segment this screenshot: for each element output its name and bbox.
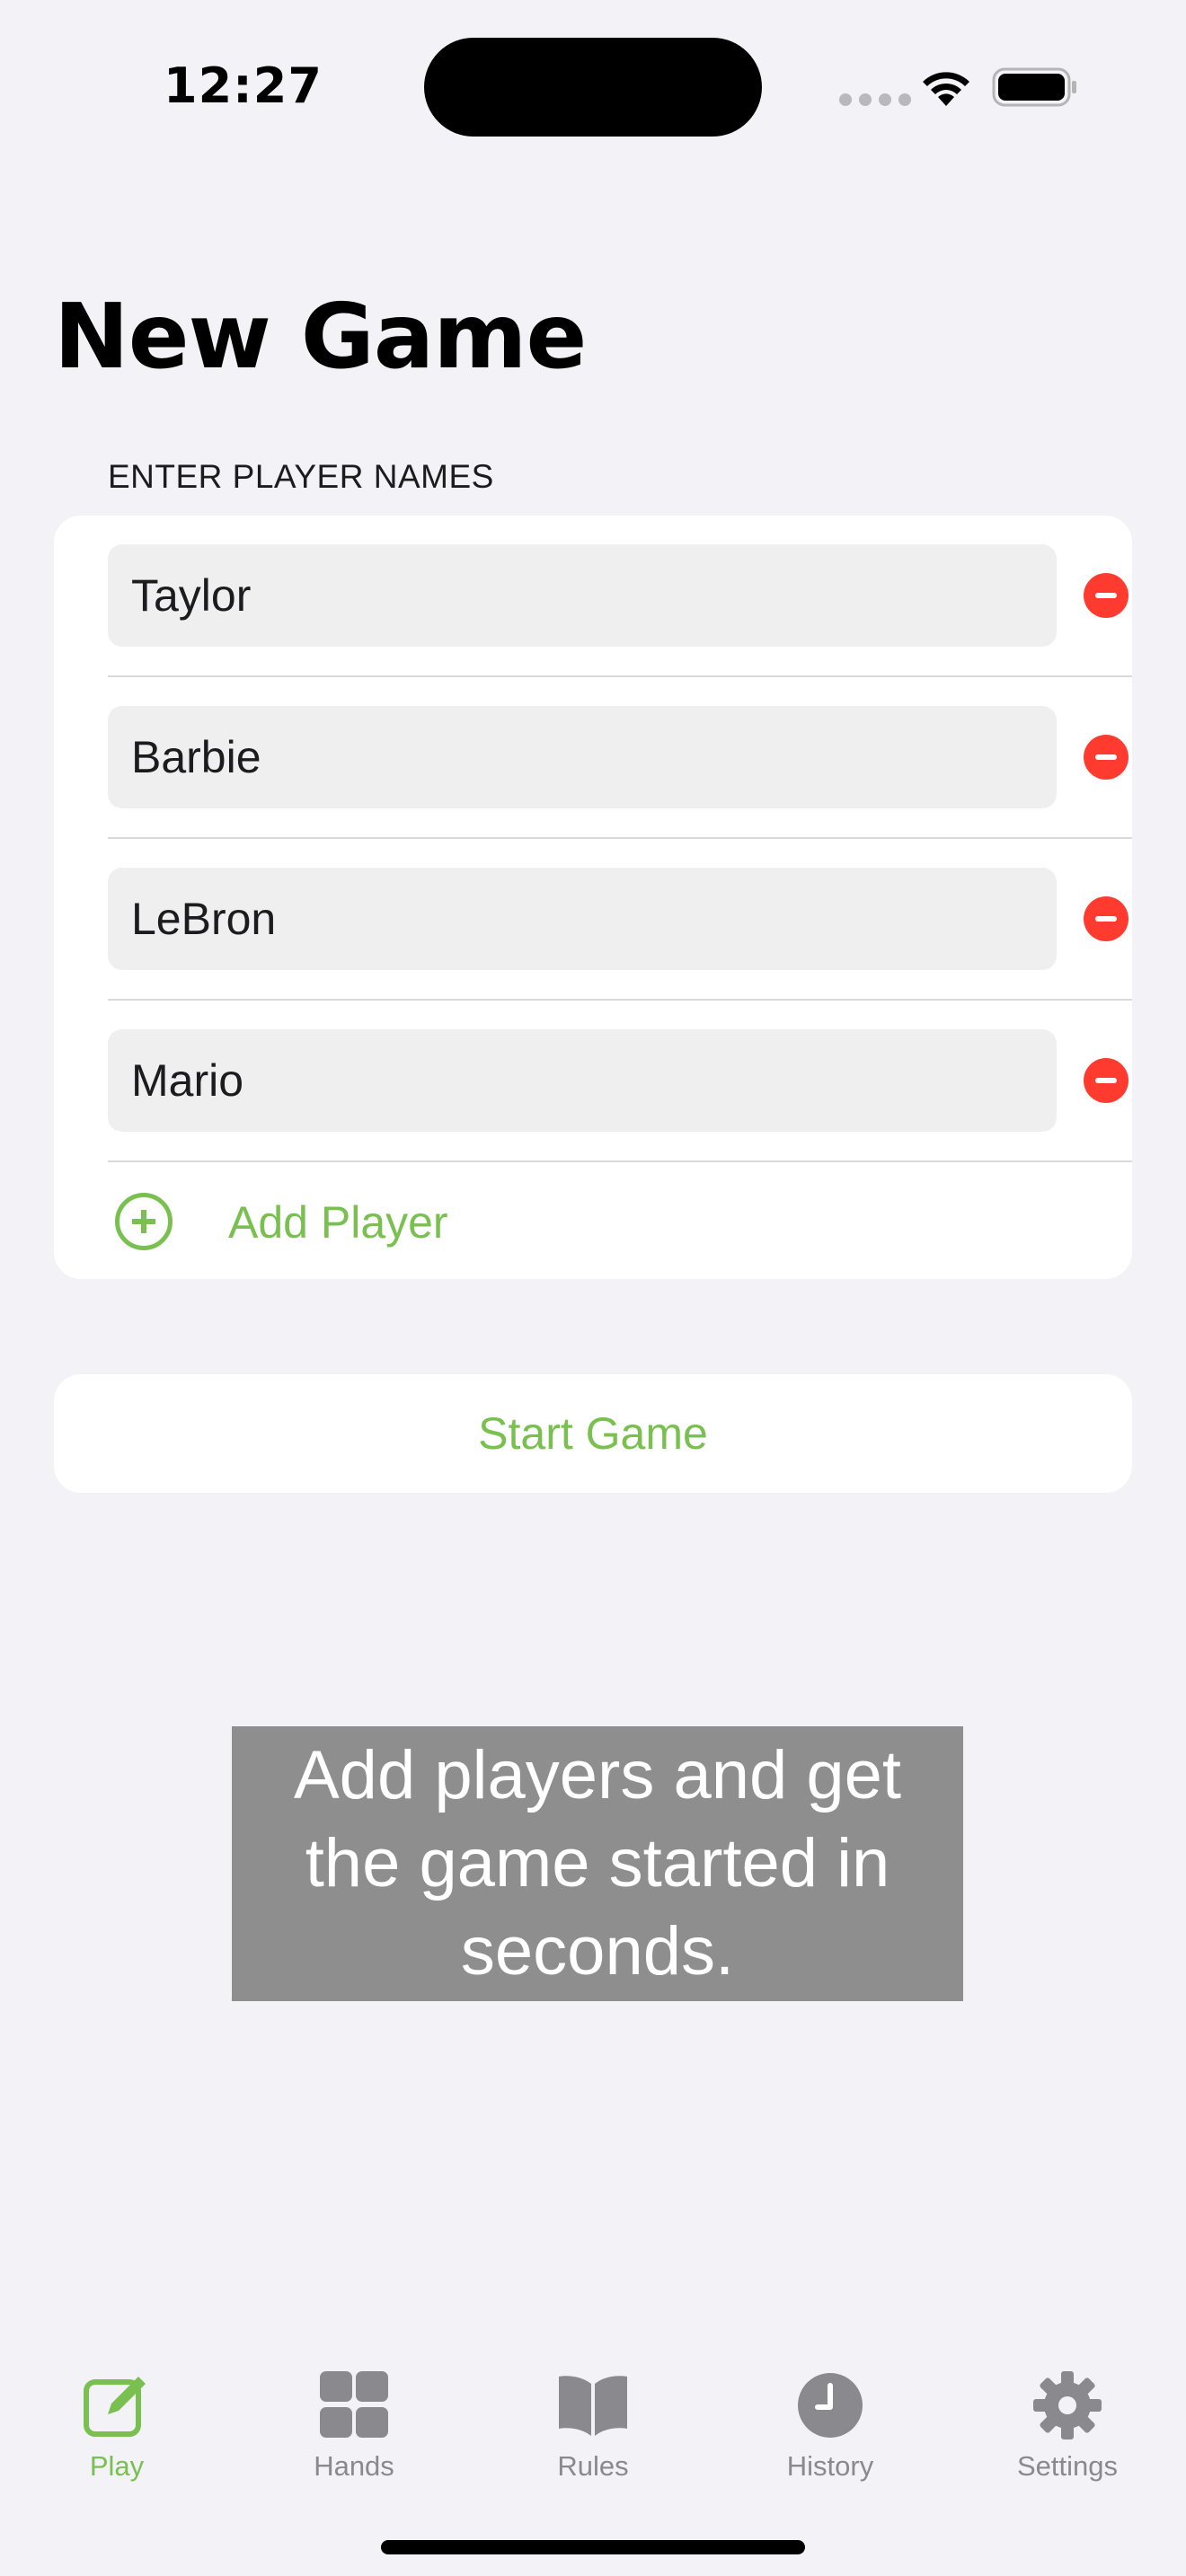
tab-label: Play xyxy=(89,2450,145,2482)
home-indicator[interactable] xyxy=(381,2540,805,2554)
remove-player-button[interactable] xyxy=(1084,735,1128,780)
tab-play[interactable]: Play xyxy=(27,2353,207,2488)
player-row: Taylor xyxy=(54,516,1132,677)
tab-settings[interactable]: Settings xyxy=(978,2353,1157,2488)
add-player-label: Add Player xyxy=(228,1197,448,1248)
page-title: New Game xyxy=(54,284,587,389)
dynamic-island xyxy=(424,38,762,137)
remove-player-button[interactable] xyxy=(1084,1058,1128,1103)
remove-player-button[interactable] xyxy=(1084,573,1128,618)
player-row: Barbie xyxy=(54,677,1132,839)
section-header: ENTER PLAYER NAMES xyxy=(108,458,494,495)
player-name-field[interactable]: LeBron xyxy=(108,868,1057,970)
tab-label: History xyxy=(786,2450,874,2482)
tab-hands[interactable]: Hands xyxy=(264,2353,444,2488)
tab-label: Rules xyxy=(557,2450,629,2482)
tab-history[interactable]: History xyxy=(740,2353,920,2488)
wifi-icon xyxy=(923,72,969,106)
tab-label: Hands xyxy=(314,2450,394,2482)
player-name-field[interactable]: Barbie xyxy=(108,706,1057,808)
remove-player-button[interactable] xyxy=(1084,896,1128,941)
new-game-screen: 12:27 New Game ENTER PLAYER NAMES Taylor… xyxy=(0,0,1186,2576)
book-icon xyxy=(559,2376,627,2436)
player-name-field[interactable]: Mario xyxy=(108,1029,1057,1132)
player-row: LeBron xyxy=(54,839,1132,1001)
players-card: Taylor Barbie LeBron Mario Add Player xyxy=(54,516,1132,1279)
grid-icon xyxy=(320,2371,388,2438)
status-time: 12:27 xyxy=(164,57,323,114)
clock-icon xyxy=(798,2373,863,2438)
battery-icon xyxy=(992,67,1076,107)
plus-circle-icon xyxy=(115,1193,173,1250)
compose-icon xyxy=(84,2377,146,2437)
tab-rules[interactable]: Rules xyxy=(503,2353,683,2488)
cellular-signal-icon xyxy=(839,93,911,106)
tab-bar: Play Hands Rules History Settings xyxy=(0,2353,1186,2497)
start-game-button[interactable]: Start Game xyxy=(54,1374,1132,1493)
gear-icon xyxy=(1033,2371,1102,2439)
player-row: Mario xyxy=(54,1001,1132,1162)
player-name-field[interactable]: Taylor xyxy=(108,544,1057,647)
tab-label: Settings xyxy=(1016,2450,1118,2482)
add-player-button[interactable]: Add Player xyxy=(54,1162,1132,1279)
caption-overlay: Add players and get the game started in … xyxy=(232,1726,963,2001)
